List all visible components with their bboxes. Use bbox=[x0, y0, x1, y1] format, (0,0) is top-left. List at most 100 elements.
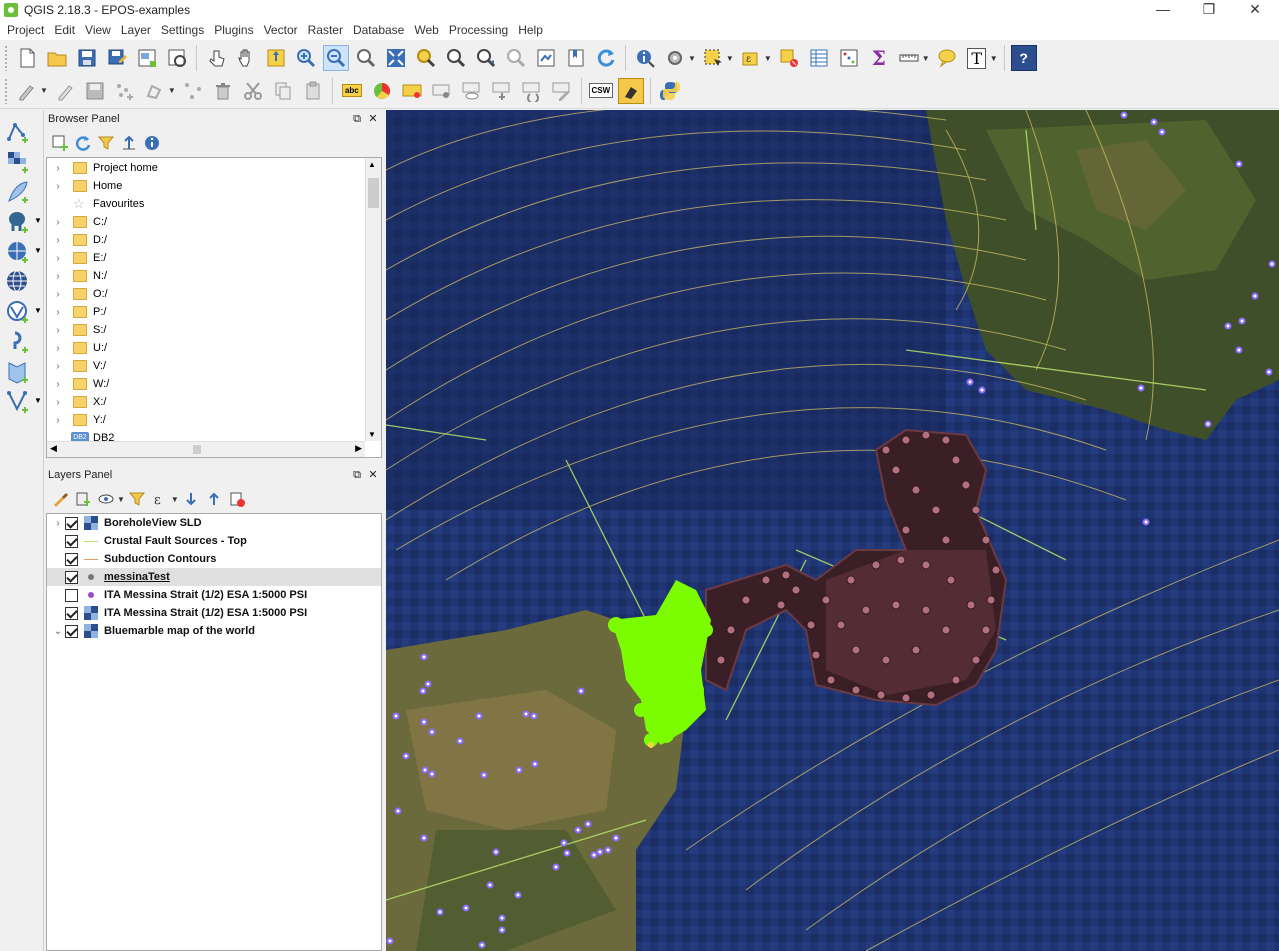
layer-visibility-checkbox[interactable] bbox=[65, 534, 78, 548]
layer-visibility-checkbox[interactable] bbox=[65, 552, 78, 566]
chevron-down-icon[interactable]: ▼ bbox=[171, 495, 179, 504]
zoom-to-layer-button[interactable] bbox=[443, 45, 469, 71]
new-shapefile-button[interactable] bbox=[4, 358, 32, 386]
menu-plugins[interactable]: Plugins bbox=[209, 20, 258, 40]
map-canvas[interactable] bbox=[386, 110, 1279, 951]
browser-filter-button[interactable] bbox=[96, 133, 116, 153]
copy-features-button[interactable] bbox=[270, 78, 296, 104]
layer-row[interactable]: ITA Messina Strait (1/2) ESA 1:5000 PSI bbox=[47, 604, 381, 622]
browser-item[interactable]: › N:/ bbox=[47, 267, 381, 285]
filter-by-expression-button[interactable]: ε bbox=[150, 489, 170, 509]
zoom-to-selection-button[interactable] bbox=[413, 45, 439, 71]
add-wms-layer-button[interactable] bbox=[4, 268, 32, 296]
expand-arrow-icon[interactable]: › bbox=[51, 163, 65, 174]
add-feature-button[interactable] bbox=[112, 78, 138, 104]
text-annotation-button[interactable]: T bbox=[964, 45, 990, 71]
save-project-button[interactable] bbox=[74, 45, 100, 71]
browser-item[interactable]: ☆ Favourites bbox=[47, 195, 381, 213]
new-gps-layer-button[interactable] bbox=[4, 388, 32, 416]
run-feature-action-button[interactable] bbox=[662, 45, 688, 71]
expand-arrow-icon[interactable]: › bbox=[51, 289, 65, 300]
expand-arrow-icon[interactable]: › bbox=[51, 235, 65, 246]
add-postgis-layer-button[interactable] bbox=[4, 208, 32, 236]
menu-web[interactable]: Web bbox=[409, 20, 443, 40]
show-hide-labels-button[interactable] bbox=[459, 78, 485, 104]
browser-item[interactable]: › C:/ bbox=[47, 213, 381, 231]
zoom-in-button[interactable] bbox=[293, 45, 319, 71]
chevron-down-icon[interactable]: ▼ bbox=[726, 54, 734, 63]
layer-visibility-checkbox[interactable] bbox=[65, 606, 78, 620]
zoom-last-button[interactable] bbox=[473, 45, 499, 71]
collapse-all-button[interactable] bbox=[204, 489, 224, 509]
chevron-down-icon[interactable]: ▼ bbox=[764, 54, 772, 63]
expand-arrow-icon[interactable]: › bbox=[51, 307, 65, 318]
python-console-button[interactable] bbox=[657, 78, 683, 104]
highlight-pinned-labels-button[interactable] bbox=[399, 78, 425, 104]
browser-item[interactable]: › E:/ bbox=[47, 249, 381, 267]
browser-item[interactable]: › W:/ bbox=[47, 375, 381, 393]
expand-arrow-icon[interactable]: › bbox=[51, 361, 65, 372]
add-wfs-layer-button[interactable] bbox=[4, 298, 32, 326]
float-panel-icon[interactable]: ⧉ bbox=[350, 466, 364, 484]
expand-arrow-icon[interactable]: › bbox=[51, 271, 65, 282]
browser-properties-button[interactable] bbox=[142, 133, 162, 153]
chevron-down-icon[interactable]: ▼ bbox=[168, 86, 176, 95]
pan-map-button[interactable] bbox=[233, 45, 259, 71]
layer-labeling-options-button[interactable]: abc bbox=[339, 78, 365, 104]
layer-row[interactable]: Crustal Fault Sources - Top bbox=[47, 532, 381, 550]
scrollbar-thumb[interactable] bbox=[368, 178, 379, 208]
layer-row[interactable]: ⌄ Bluemarble map of the world bbox=[47, 622, 381, 640]
current-edits-button[interactable] bbox=[14, 78, 40, 104]
zoom-next-button[interactable] bbox=[503, 45, 529, 71]
expand-arrow-icon[interactable]: › bbox=[51, 379, 65, 390]
manage-map-themes-button[interactable] bbox=[96, 489, 116, 509]
pin-unpin-labels-button[interactable] bbox=[429, 78, 455, 104]
menu-database[interactable]: Database bbox=[348, 20, 409, 40]
save-as-button[interactable] bbox=[104, 45, 130, 71]
browser-item[interactable]: › X:/ bbox=[47, 393, 381, 411]
expand-arrow-icon[interactable]: › bbox=[51, 343, 65, 354]
map-tips-button[interactable] bbox=[934, 45, 960, 71]
float-panel-icon[interactable]: ⧉ bbox=[350, 110, 364, 128]
open-attribute-table-button[interactable] bbox=[806, 45, 832, 71]
chevron-down-icon[interactable]: ▼ bbox=[688, 54, 696, 63]
zoom-out-button[interactable] bbox=[323, 45, 349, 71]
menu-raster[interactable]: Raster bbox=[303, 20, 348, 40]
cut-features-button[interactable] bbox=[240, 78, 266, 104]
layer-row[interactable]: ITA Messina Strait (1/2) ESA 1:5000 PSI bbox=[47, 586, 381, 604]
filter-legend-button[interactable] bbox=[127, 489, 147, 509]
close-button[interactable]: ✕ bbox=[1232, 0, 1278, 20]
delete-selected-button[interactable] bbox=[210, 78, 236, 104]
scrollbar-thumb[interactable] bbox=[193, 445, 201, 454]
menu-layer[interactable]: Layer bbox=[116, 20, 156, 40]
layer-diagram-options-button[interactable] bbox=[369, 78, 395, 104]
expand-arrow-icon[interactable]: › bbox=[51, 518, 65, 529]
browser-item[interactable]: › S:/ bbox=[47, 321, 381, 339]
expand-arrow-icon[interactable]: › bbox=[51, 325, 65, 336]
scroll-up-icon[interactable]: ▲ bbox=[368, 160, 376, 169]
chevron-down-icon[interactable]: ▼ bbox=[34, 216, 42, 225]
chevron-down-icon[interactable]: ▼ bbox=[922, 54, 930, 63]
minimize-button[interactable]: — bbox=[1140, 0, 1186, 20]
expand-arrow-icon[interactable]: › bbox=[51, 397, 65, 408]
browser-horizontal-scrollbar[interactable]: ◀ ▶ bbox=[47, 441, 365, 457]
browser-item[interactable]: › V:/ bbox=[47, 357, 381, 375]
menu-settings[interactable]: Settings bbox=[156, 20, 209, 40]
browser-vertical-scrollbar[interactable]: ▲ ▼ bbox=[365, 158, 381, 441]
chevron-down-icon[interactable]: ▼ bbox=[34, 396, 42, 405]
expand-arrow-icon[interactable]: › bbox=[51, 217, 65, 228]
scroll-right-icon[interactable]: ▶ bbox=[355, 443, 362, 454]
expand-arrow-icon[interactable]: › bbox=[51, 253, 65, 264]
toolbar-grip[interactable] bbox=[4, 77, 8, 104]
add-virtual-layer-button[interactable] bbox=[4, 328, 32, 356]
toggle-editing-button[interactable] bbox=[52, 78, 78, 104]
measure-line-button[interactable] bbox=[896, 45, 922, 71]
touch-zoom-button[interactable] bbox=[203, 45, 229, 71]
change-label-button[interactable] bbox=[549, 78, 575, 104]
zoom-native-button[interactable] bbox=[353, 45, 379, 71]
add-vector-layer-button[interactable] bbox=[4, 118, 32, 146]
add-delimited-text-button[interactable] bbox=[4, 178, 32, 206]
menu-view[interactable]: View bbox=[80, 20, 116, 40]
new-project-button[interactable] bbox=[14, 45, 40, 71]
remove-layer-button[interactable] bbox=[227, 489, 247, 509]
